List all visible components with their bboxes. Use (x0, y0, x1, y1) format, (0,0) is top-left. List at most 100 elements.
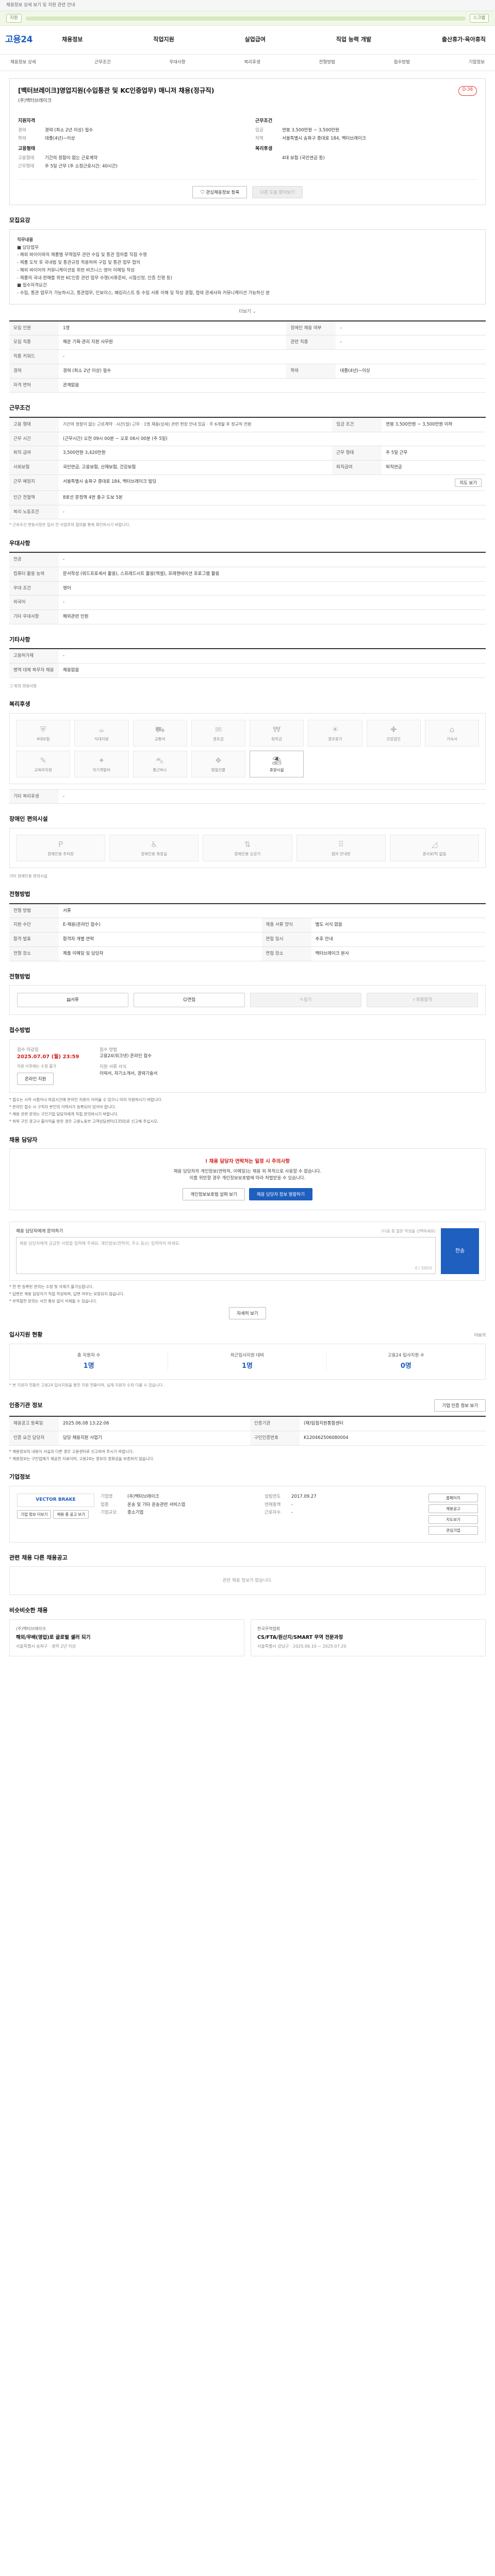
table-row: 근무 예정지 서울특별시 송파구 중대로 184, 백터브레이크 빌딩 지도 보기 (9, 474, 486, 491)
online-apply-button[interactable]: 온라인 지원 (17, 1072, 54, 1085)
prefer-section: 우대사항 전공 - 컴퓨터 활용 능력 문서작성 (워드프로세서 활용), 스프레드… (9, 539, 486, 624)
braille-icon: ⠿ 점자 안내판 (296, 834, 386, 861)
self-dev-icon: ✦ 자기계발비 (74, 750, 129, 777)
related-card[interactable]: 한국무역협회 CS/FTA/원산지/SMART 무역 전문과정 서울특별시 강남… (251, 1619, 486, 1656)
tab-conditions[interactable]: 근무조건 (94, 59, 110, 66)
process-section: 전형방법 ▤ 서류 ☺ 면접 ✎ 필기 ✓ 최종합격 (9, 973, 486, 1015)
tab-selection[interactable]: 전형방법 (319, 59, 335, 66)
manager-alert: ! 채용 담당자 연락처는 일정 시 주의사항 채용 담당자의 개인정보(연락처… (9, 1148, 486, 1210)
privacy-law-button[interactable]: 개인정보보호법 살펴 보기 (183, 1188, 245, 1200)
sticky-progress-bar: 지원 스크랩 (0, 11, 495, 26)
resort-icon: ⛱ 휴양시설 (250, 750, 304, 777)
nav-jobs[interactable]: 채용정보 (62, 36, 82, 44)
map-button[interactable]: 지도 보기 (455, 478, 482, 487)
table-row: 컴퓨터 활용 능력 문서작성 (워드프로세서 활용), 스프레드시트 활용(엑셀)… (9, 567, 486, 582)
qna-textarea[interactable]: 채용 담당자에게 궁금한 사항을 입력해 주세요. 개인정보(연락처, 주소 등… (16, 1236, 436, 1274)
meal-icon: ☕ 식대지원 (74, 719, 129, 747)
table-row: 고용 형태 기간의 정함이 없는 근로계약 · 시간(일) 근무 · 1명 채용(… (9, 417, 486, 432)
recruit-section: 모집요강 직무내용 ■ 담당업무 - 해외 바이어와의 제품별 무역업무 관련 … (9, 216, 486, 393)
deadline-date: 2025.07.07 (월) 23:59 (17, 1054, 79, 1060)
qna-box: 채용 담당자에게 문의하기 (다음 중 질문 작성을 선택하세요) 채용 담당자… (9, 1221, 486, 1281)
health-icon: ✚ 건강검진 (366, 719, 421, 747)
tab-apply[interactable]: 접수방법 (394, 59, 410, 66)
tab-company[interactable]: 기업정보 (469, 59, 485, 66)
corp-more-button[interactable]: 기업 정보 더보기 (17, 1510, 52, 1519)
document-icon: ▤ (67, 997, 71, 1003)
apply-box: 접수 마감일 2025.07.07 (월) 23:59 지원 이후에는 수정 불… (9, 1039, 486, 1093)
table-row: 경력 경력 (최소 2년 이상) 필수 학력 대졸(4년)~이상 (9, 364, 486, 379)
scrap-button[interactable]: ♡ 관심채용정보 등록 (192, 186, 248, 199)
nav-training[interactable]: 직업 능력 개발 (336, 36, 371, 44)
table-row: 기타 복리후생 - (9, 789, 486, 804)
corp-section: 기업정보 VECTOR BRAKE 기업 정보 더보기 채용 중 공고 보기 기… (9, 1473, 486, 1543)
job-title: [백터브레이크]영업지원(수입통관 및 KC인증업무) 매니저 채용(정규직) D… (18, 86, 477, 96)
employment-type-title: 고용형태 (18, 146, 36, 152)
table-row: 기타 우대사항 해외관련 민원 (9, 609, 486, 624)
qna-send-button[interactable]: 전송 (441, 1228, 479, 1274)
table-row: 외국어 - (9, 595, 486, 610)
step-document: ▤ 서류 (17, 993, 128, 1007)
dorm-icon: ⌂ 기숙사 (424, 719, 479, 747)
holiday-gift-icon: ❖ 명절선물 (191, 750, 245, 777)
info-section: 인증기관 정보 기업 인증 정보 보기 채용공고 등록일 2025.06.08 13… (9, 1399, 486, 1462)
apply-chip[interactable]: 지원 (6, 14, 22, 23)
status-more-link[interactable]: 더보기 (474, 1332, 486, 1338)
related-card[interactable]: (주)백터브레이크 해외/무배(영업)로 글로벌 셀러 되기 서울특별시 송파구… (9, 1619, 244, 1656)
welfare-title: 복리후생 (255, 146, 273, 152)
dday-badge: D-38 (458, 86, 477, 96)
table-row: 인증 요건 담당자 담당 채용지원 사업기 구인인증번호 K1204625060800… (9, 1431, 486, 1446)
table-row: 병역 대체 복무자 채용 채용없음 (9, 663, 486, 678)
corp-jobs-button[interactable]: 채용 중 공고 보기 (53, 1510, 89, 1519)
corp-map-button[interactable]: 지도보기 (428, 1515, 478, 1524)
chevron-down-icon: ⌄ (252, 309, 256, 314)
main-nav: 채용정보 직업지원 실업급여 직업 능력 개발 출산휴가·육아휴직 (62, 36, 490, 44)
ramp-icon: ◿ 경사로/턱 없음 (389, 834, 479, 861)
nav-job-support[interactable]: 직업지원 (153, 36, 174, 44)
selection-section: 전형방법 전형 방법 서류 지원 수단 E-채용(온라인 접수) 제출 서류 양식 별도… (9, 890, 486, 961)
other-link[interactable]: 그 밖의 회원사항 (9, 683, 486, 689)
more-link[interactable]: 더보기 ⌄ (9, 309, 486, 315)
person-icon: ☺ (183, 997, 188, 1003)
prefer-table: 전공 - 컴퓨터 활용 능력 문서작성 (워드프로세서 활용), 스프레드시트 활용… (9, 552, 486, 624)
other-table: 고용허가제 - 병역 대체 복무자 채용 채용없음 (9, 648, 486, 678)
job-header: [백터브레이크]영업지원(수입통관 및 KC인증업무) 매니저 채용(정규직) D… (9, 78, 486, 206)
qna-section: 채용 담당자에게 문의하기 (다음 중 질문 작성을 선택하세요) 채용 담당자… (9, 1221, 486, 1320)
scrap-chip[interactable]: 스크랩 (469, 14, 489, 23)
corp-notice-button[interactable]: 채용공고 (428, 1504, 478, 1513)
welfare-icons: ⛨ 4대보험 ☕ 식대지원 ⛟ 교통비 ✉ 경조금 ₩ 퇴직금 ☀ 경조휴가 ✚ 건강검진 ⌂… (9, 713, 486, 784)
table-row: 근무 시간 (근무시간) 오전 09시 00분 ~ 오후 06시 00분 (주 5… (9, 432, 486, 447)
process-steps: ▤ 서류 ☺ 면접 ✎ 필기 ✓ 최종합격 (9, 985, 486, 1015)
manager-section: 채용 담당자 ! 채용 담당자 연락처는 일정 시 주의사항 채용 담당자의 개… (9, 1136, 486, 1210)
tab-detail[interactable]: 채용정보 상세 (10, 59, 36, 66)
table-row: 합격 발표 합격자 개별 연락 면접 일시 추후 안내 (9, 932, 486, 947)
education-icon: ✎ 교육비지원 (16, 750, 71, 777)
conditions-title: 근무조건 (255, 118, 273, 124)
nav-unemployment[interactable]: 실업급여 (244, 36, 265, 44)
restroom-icon: ♿ 장애인용 화장실 (109, 834, 199, 861)
tab-welfare[interactable]: 복리후생 (244, 59, 260, 66)
step-interview: ☺ 면접 (134, 993, 245, 1007)
table-row: 복리 노동조건 - (9, 505, 486, 520)
tab-prefer[interactable]: 우대사항 (169, 59, 185, 66)
bus-icon: ⛍ 통근버스 (133, 750, 187, 777)
table-row: 전공 - (9, 552, 486, 567)
heart-icon: ♡ (200, 190, 206, 195)
qna-more-button[interactable]: 자세히 보기 (229, 1307, 266, 1320)
view-manager-button[interactable]: 채용 담당자 정보 열람하기 (249, 1188, 312, 1200)
vacation-icon: ☀ 경조휴가 (308, 719, 362, 747)
top-notice-bar: 채용정보 상세 보기 및 지원 관련 안내 (0, 0, 495, 11)
company-logo: VECTOR BRAKE (17, 1493, 94, 1507)
pencil-icon: ✎ (300, 997, 304, 1003)
corp-home-button[interactable]: 홈페이지 (428, 1493, 478, 1502)
table-row: 직종 키워드 - (9, 349, 486, 364)
company-name[interactable]: (주)백터브레이크 (18, 98, 477, 105)
site-logo[interactable]: 고용24 (5, 33, 62, 47)
char-count: 0 / 500자 (415, 1266, 432, 1271)
welfare-section: 복리후생 ⛨ 4대보험 ☕ 식대지원 ⛟ 교통비 ✉ 경조금 ₩ 퇴직금 ☀ 경조휴가 ✚ 건… (9, 700, 486, 804)
cert-info-button[interactable]: 기업 인증 정보 보기 (434, 1399, 486, 1412)
corp-fav-button[interactable]: 관심기업 (428, 1526, 478, 1535)
table-row: 퇴직 급여 3,500만원 3,420만원 근무 형태 주 5일 근무 (9, 446, 486, 461)
share-button[interactable]: 다른 도움 찾아보기 (252, 186, 303, 199)
related-section: 비슷비슷한 채용 (주)백터브레이크 해외/무배(영업)로 글로벌 셀러 되기 … (9, 1606, 486, 1656)
nav-leave[interactable]: 출산휴가·육아휴직 (442, 36, 486, 44)
